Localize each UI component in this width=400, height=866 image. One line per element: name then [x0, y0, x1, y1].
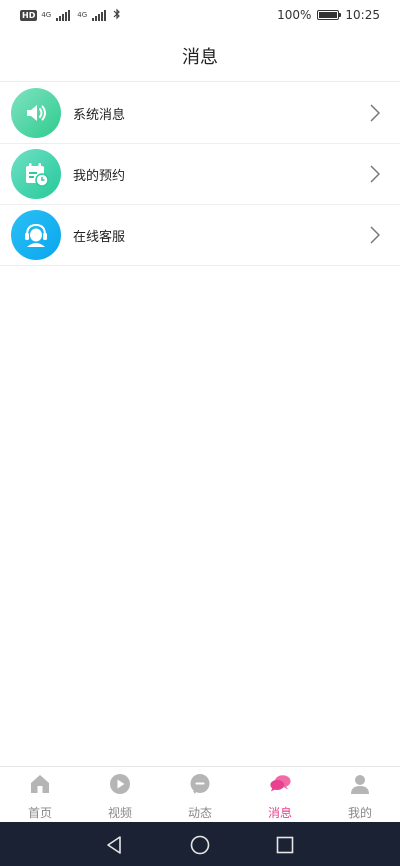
messages-icon [269, 773, 291, 795]
message-list: 系统消息 我的预约 在线客服 [0, 83, 400, 266]
network-type-1: 4G [41, 11, 52, 19]
chevron-right-icon [370, 104, 380, 122]
recents-icon[interactable] [274, 834, 296, 856]
list-item-system-messages[interactable]: 系统消息 [0, 83, 400, 144]
list-item-label: 在线客服 [73, 229, 126, 245]
tab-video[interactable]: 视频 [80, 767, 160, 822]
tab-mine[interactable]: 我的 [320, 767, 400, 822]
bluetooth-icon [113, 8, 121, 23]
tab-label: 视频 [107, 806, 132, 820]
tab-label: 首页 [27, 806, 52, 820]
list-item-online-service[interactable]: 在线客服 [0, 205, 400, 266]
page-header: 消息 [0, 30, 400, 82]
tab-home[interactable]: 首页 [0, 767, 80, 822]
battery-icon [317, 10, 342, 20]
battery-fill [319, 12, 338, 18]
signal-icon-2 [92, 10, 107, 21]
battery-percent: 100% [277, 8, 312, 22]
bottom-tab-bar: 首页 视频 动态 消息 我的 [0, 766, 400, 822]
chat-bubble-icon [189, 773, 211, 795]
tab-label: 动态 [187, 806, 212, 820]
list-item-my-appointments[interactable]: 我的预约 [0, 144, 400, 205]
clock: 10:25 [345, 8, 380, 22]
customer-service-icon [11, 210, 61, 260]
list-item-label: 系统消息 [73, 107, 126, 123]
tab-label: 我的 [347, 806, 372, 820]
status-left: HD 4G 4G [20, 8, 121, 23]
speaker-icon [11, 88, 61, 138]
calendar-clock-icon [11, 149, 61, 199]
system-nav-bar [0, 822, 400, 866]
chevron-right-icon [370, 226, 380, 244]
home-icon [29, 773, 51, 795]
list-item-label: 我的预约 [73, 168, 126, 184]
tab-label: 消息 [267, 806, 292, 820]
back-icon[interactable] [104, 834, 126, 856]
person-icon [349, 773, 371, 795]
signal-icon [56, 10, 71, 21]
page-title: 消息 [182, 46, 218, 68]
tab-messages[interactable]: 消息 [240, 767, 320, 822]
home-circle-icon[interactable] [189, 834, 211, 856]
tab-moments[interactable]: 动态 [160, 767, 240, 822]
hd-badge: HD [20, 10, 38, 21]
network-type-2: 4G [77, 11, 88, 19]
status-right: 100% 10:25 [277, 8, 380, 22]
status-bar: HD 4G 4G 100% 10:25 [0, 0, 400, 30]
chevron-right-icon [370, 165, 380, 183]
play-icon [109, 773, 131, 795]
